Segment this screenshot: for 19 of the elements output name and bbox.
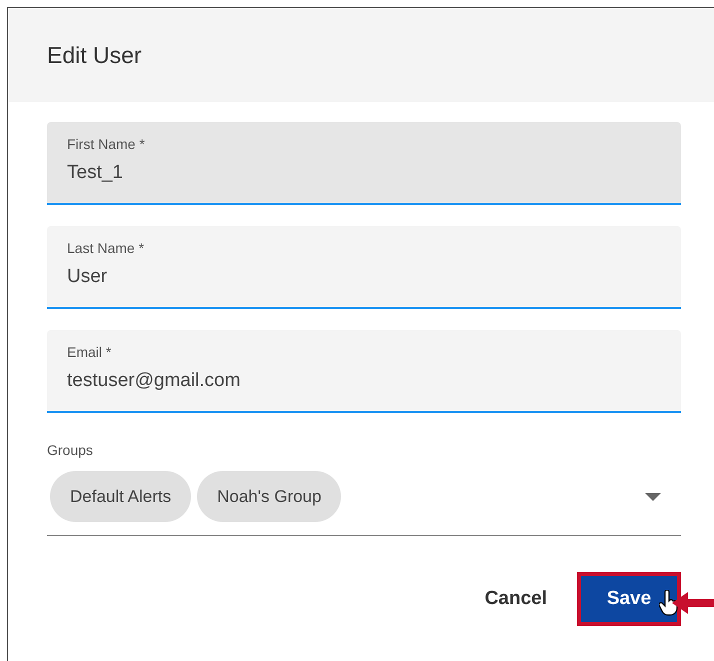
text-field[interactable]: Email * testuser@gmail.com [47,330,681,413]
hand-pointer-icon [659,590,679,616]
text-field[interactable]: Last Name * User [47,226,681,309]
save-button[interactable]: Save [577,572,681,626]
field-label: First Name * [67,136,145,152]
cancel-button[interactable]: Cancel [482,572,549,626]
dropdown-caret-icon [645,492,661,500]
field-value: Test_1 [67,162,123,184]
field-label: Groups [47,442,93,458]
field-label: Last Name * [67,240,144,256]
arrow-icon [672,592,714,614]
group-chip[interactable]: Default Alerts [50,471,192,522]
field-value: testuser@gmail.com [67,370,240,392]
group-chip[interactable]: Noah's Group [197,471,342,522]
dialog-title: Edit User [47,42,142,68]
groups-select[interactable]: Default Alerts Noah's Group [47,471,681,536]
text-field[interactable]: First Name * Test_1 [47,122,681,205]
field-value: User [67,266,108,288]
field-label: Email * [67,344,112,360]
